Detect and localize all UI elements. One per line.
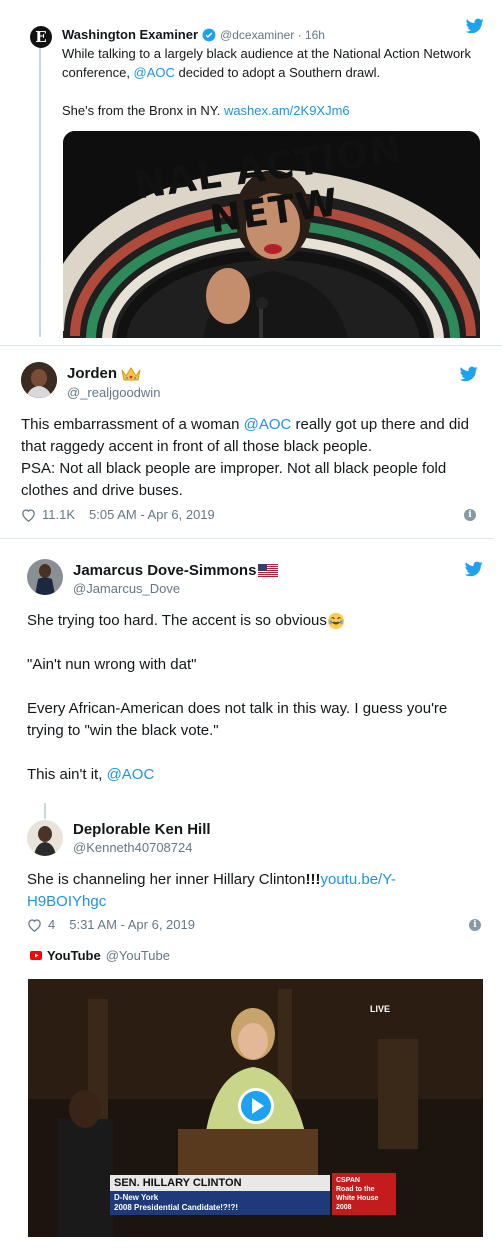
- mention-link[interactable]: @AOC: [134, 65, 175, 80]
- heart-icon[interactable]: [27, 918, 42, 932]
- reply-tweet-ken[interactable]: Deplorable Ken Hill @Kenneth40708724 She…: [0, 800, 502, 1249]
- thread-line: [44, 803, 46, 819]
- author-handle[interactable]: @Kenneth40708724: [73, 840, 192, 855]
- card-source-handle[interactable]: @YouTube: [106, 948, 170, 963]
- tweet-text: "Ain't nun wrong with dat": [27, 656, 197, 673]
- cspan-badge: CSPAN Road to the White House 2008: [332, 1173, 396, 1215]
- laughing-emoji-icon: [327, 612, 345, 630]
- caption-line: 2008 Presidential Candidate!?!?!: [114, 1203, 239, 1212]
- examiner-logo-icon[interactable]: E: [30, 26, 52, 48]
- info-icon[interactable]: i: [469, 919, 481, 931]
- like-count[interactable]: 11.1K: [42, 507, 75, 522]
- author-name[interactable]: Jorden: [67, 365, 117, 382]
- exclamation-text: !!!: [305, 871, 321, 888]
- video-player[interactable]: LIVE SEN. HILLARY CLINTON D-New York 200…: [28, 979, 483, 1237]
- tweet-text: She trying too hard. The accent is so ob…: [27, 612, 327, 629]
- live-label: LIVE: [370, 1004, 391, 1014]
- author-handle[interactable]: @Jamarcus_Dove: [73, 581, 180, 596]
- caption-name: SEN. HILLARY CLINTON: [110, 1175, 330, 1191]
- author-handle[interactable]: @_realjgoodwin: [67, 385, 160, 400]
- author-name[interactable]: Washington Examiner: [62, 27, 198, 42]
- tweet-text: This embarrassment of a woman: [21, 416, 244, 433]
- us-flag-icon: [258, 564, 279, 577]
- like-count[interactable]: 4: [48, 917, 55, 932]
- mention-link[interactable]: @AOC: [107, 766, 155, 783]
- tweet-image[interactable]: NAL ACTION NETW: [63, 131, 480, 338]
- author-name[interactable]: Deplorable Ken Hill: [73, 821, 211, 838]
- caption-line: D-New York: [114, 1193, 159, 1202]
- youtube-logo-icon: [30, 951, 42, 960]
- tweet-text: Every African-American does not talk in …: [27, 700, 448, 739]
- thread-line: [39, 45, 41, 337]
- heart-icon[interactable]: [21, 508, 36, 522]
- avatar[interactable]: [21, 362, 57, 398]
- timestamp[interactable]: 5:31 AM - Apr 6, 2019: [69, 917, 195, 932]
- author-name[interactable]: Jamarcus Dove-Simmons: [73, 562, 256, 579]
- tweet-text: This ain't it,: [27, 766, 107, 783]
- crown-emoji-icon: [121, 366, 141, 380]
- article-link[interactable]: washex.am/2K9XJm6: [224, 103, 350, 118]
- quoted-tweet-examiner[interactable]: E Washington Examiner @dcexaminer · 16h …: [0, 0, 502, 345]
- timestamp[interactable]: 5:05 AM - Apr 6, 2019: [89, 507, 215, 522]
- twitter-bird-icon[interactable]: [465, 561, 483, 577]
- twitter-bird-icon[interactable]: [466, 18, 484, 34]
- tweet-text: She is channeling her inner Hillary Clin…: [27, 871, 306, 888]
- tweet-jorden[interactable]: Jorden @_realjgoodwin This embarrassment…: [0, 346, 502, 538]
- tweet-text: She's from the Bronx in NY.: [62, 103, 224, 118]
- tweet-jamarcus[interactable]: Jamarcus Dove-Simmons @Jamarcus_Dove She…: [0, 539, 502, 789]
- info-icon[interactable]: i: [464, 509, 476, 521]
- card-source-name[interactable]: YouTube: [47, 948, 101, 963]
- tweet-text: PSA: Not all black people are improper. …: [21, 460, 447, 499]
- avatar[interactable]: [27, 820, 63, 856]
- avatar[interactable]: [27, 559, 63, 595]
- verified-badge-icon: [202, 28, 216, 41]
- mention-link[interactable]: @AOC: [244, 416, 292, 433]
- author-handle[interactable]: @dcexaminer · 16h: [220, 28, 325, 42]
- play-button-icon[interactable]: [238, 1088, 274, 1124]
- twitter-bird-icon[interactable]: [460, 366, 478, 382]
- video-caption: SEN. HILLARY CLINTON D-New York 2008 Pre…: [110, 1175, 330, 1215]
